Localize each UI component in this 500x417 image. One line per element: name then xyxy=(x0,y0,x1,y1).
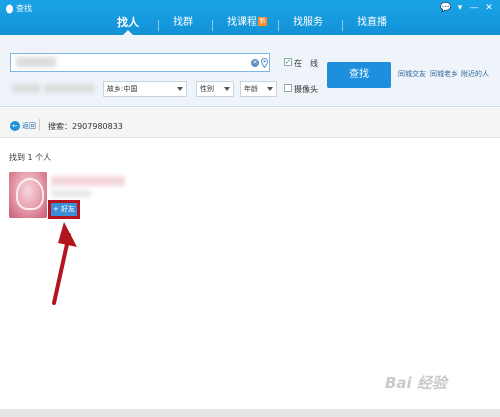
tab-divider xyxy=(278,20,279,31)
new-badge: 新 xyxy=(258,17,267,26)
chevron-down-icon xyxy=(177,87,183,91)
tab-label: 找服务 xyxy=(293,17,323,28)
minimize-button[interactable]: — xyxy=(468,3,480,13)
gender-value: 性别 xyxy=(200,85,214,93)
tab-divider xyxy=(342,20,343,31)
blurred-filter xyxy=(44,84,94,93)
link-local-townsmen[interactable]: 同城老乡 xyxy=(430,69,458,79)
age-select[interactable]: 年龄 xyxy=(240,81,277,97)
camera-label: 摄像头 xyxy=(294,85,318,94)
online-label: 在 线 xyxy=(294,59,318,68)
tab-find-people[interactable]: 找人 xyxy=(113,17,143,35)
location-pin-icon[interactable] xyxy=(261,58,268,68)
chevron-down-icon xyxy=(267,87,273,91)
gender-select[interactable]: 性别 xyxy=(196,81,234,97)
search-button[interactable]: 查找 xyxy=(327,62,391,88)
blurred-keyword xyxy=(16,57,56,67)
tab-find-service[interactable]: 找服务 xyxy=(290,17,326,35)
link-nearby-people[interactable]: 附近的人 xyxy=(461,69,489,79)
back-link[interactable]: 返回 xyxy=(22,121,36,131)
hometown-value: 故乡:中国 xyxy=(107,85,138,93)
back-arrow-icon[interactable]: ← xyxy=(10,121,20,131)
tab-find-course[interactable]: 找课程新 xyxy=(224,17,270,35)
feedback-icon[interactable]: 💬 xyxy=(440,3,452,13)
tab-label: 找群 xyxy=(173,17,193,28)
hometown-select[interactable]: 故乡:中国 xyxy=(103,81,187,97)
add-friend-button[interactable]: + 好友 xyxy=(51,203,77,216)
menu-dropdown-icon[interactable]: ▾ xyxy=(454,3,466,13)
tab-label: 找直播 xyxy=(357,17,387,28)
tab-divider xyxy=(158,20,159,31)
bottom-strip xyxy=(0,409,500,417)
avatar[interactable] xyxy=(9,172,47,218)
tab-label: 找人 xyxy=(117,16,139,29)
close-button[interactable]: ✕ xyxy=(483,3,495,13)
qq-penguin-icon xyxy=(6,4,13,14)
watermark: Bai 经验 xyxy=(385,374,447,392)
age-value: 年龄 xyxy=(244,85,258,93)
tab-label: 找课程 xyxy=(227,17,257,28)
camera-checkbox[interactable] xyxy=(284,84,292,92)
tab-find-live[interactable]: 找直播 xyxy=(354,17,390,35)
results-count: 找到 1 个人 xyxy=(9,153,52,162)
blurred-info xyxy=(51,190,91,197)
clear-icon[interactable]: ✕ xyxy=(251,59,259,67)
online-checkbox[interactable]: ✓ xyxy=(284,58,292,66)
search-summary: 搜索：2907980833 xyxy=(48,122,123,131)
link-local-friends[interactable]: 同城交友 xyxy=(398,69,426,79)
chevron-down-icon xyxy=(224,87,230,91)
blurred-filter xyxy=(12,84,40,93)
blurred-nickname xyxy=(51,176,125,186)
divider xyxy=(39,119,40,131)
window-title: 查找 xyxy=(16,4,32,13)
tab-find-group[interactable]: 找群 xyxy=(170,17,196,35)
tab-divider xyxy=(212,20,213,31)
